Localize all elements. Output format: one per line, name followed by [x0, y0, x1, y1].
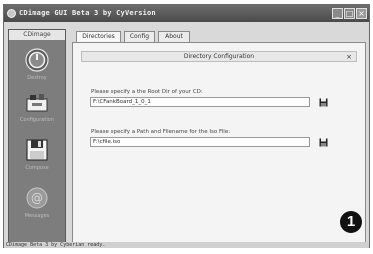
root-dir-label: Please specify a the Root Dir of your CD… [91, 89, 203, 95]
root-dir-input[interactable]: F:\CFankBoard_1_0_1 [90, 97, 310, 107]
iso-file-label: Please specify a Path and Filename for t… [91, 129, 231, 135]
sidebar-item-messages[interactable]: @ Messages [9, 186, 65, 236]
save-icon[interactable] [319, 98, 328, 107]
title-bar[interactable]: CDimage GUI Beta 3 by CyVersion _ □ × [4, 5, 369, 22]
at-sign-icon: @ [26, 187, 48, 209]
svg-text:@: @ [31, 191, 43, 205]
sidebar-item-configuration[interactable]: Configuration [9, 90, 65, 136]
tab-about[interactable]: About [158, 31, 190, 42]
maximize-button[interactable]: □ [344, 8, 355, 19]
close-icon[interactable]: × [346, 52, 352, 62]
sidebar-item-label: Configuration [20, 117, 54, 123]
close-button[interactable]: × [356, 8, 367, 19]
status-text: CDimage Beta 3 by Cyberian ready. [6, 242, 106, 248]
sidebar-item-destroy[interactable]: Destroy [9, 48, 65, 94]
step-number-badge: 1 [340, 211, 362, 233]
minimize-button[interactable]: _ [332, 8, 343, 19]
app-icon [7, 9, 16, 18]
sidebar-item-label: Compose [25, 165, 49, 171]
app-window: CDimage GUI Beta 3 by CyVersion _ □ × CD… [3, 4, 370, 248]
power-icon [25, 48, 49, 72]
floppy-icon [26, 139, 48, 161]
sidebar: CDimage Destroy Configuration Compose @ … [8, 29, 66, 243]
main-area: Directories Config About Directory Confi… [72, 29, 366, 243]
directory-config-panel: Directory Configuration × Please specify… [72, 42, 366, 243]
sidebar-item-label: Messages [24, 213, 50, 219]
sidebar-item-compose[interactable]: Compose [9, 138, 65, 184]
sidebar-header: CDimage [9, 30, 65, 40]
panel-header: Directory Configuration × [81, 51, 357, 62]
tab-config[interactable]: Config [124, 31, 155, 42]
iso-file-input[interactable]: F:\cfile.iso [90, 137, 310, 147]
panel-title: Directory Configuration [183, 53, 255, 60]
toolbox-icon [26, 94, 48, 112]
sidebar-item-label: Destroy [27, 75, 47, 81]
window-title: CDimage GUI Beta 3 by CyVersion [19, 9, 156, 17]
save-icon[interactable] [319, 138, 328, 147]
